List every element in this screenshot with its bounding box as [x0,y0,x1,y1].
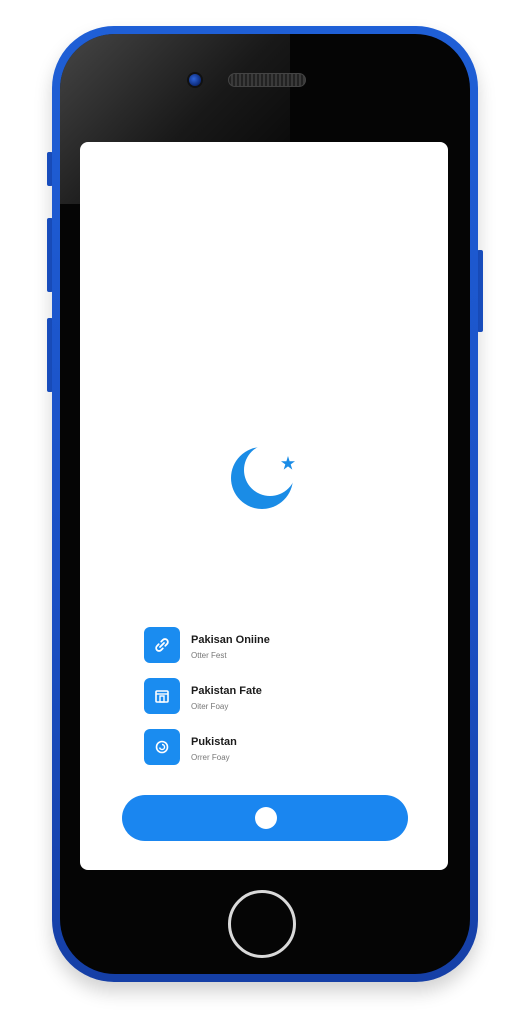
menu-item-subtitle: Oiter Foay [191,702,229,711]
menu-item-pakisan-oniine[interactable]: Pakisan Oniine Otter Fest [144,627,364,665]
dot-icon [255,807,277,829]
link-icon [144,627,180,663]
primary-action-button[interactable] [122,795,408,841]
crescent-star-icon [231,447,295,509]
front-camera [189,74,201,86]
menu-item-subtitle: Orrer Foay [191,753,230,762]
menu-item-title: Pakisan Oniine [191,634,270,646]
home-button[interactable] [228,890,296,958]
building-icon [144,678,180,714]
menu-item-subtitle: Otter Fest [191,651,227,660]
earpiece-speaker [228,73,306,87]
stage: Pakisan Oniine Otter Fest Pakistan Fate … [0,0,512,1024]
menu-item-title: Pakistan Fate [191,685,262,697]
menu-item-title: Pukistan [191,736,237,748]
menu-item-pakistan-fate[interactable]: Pakistan Fate Oiter Foay [144,678,364,716]
refresh-icon [144,729,180,765]
app-screen: Pakisan Oniine Otter Fest Pakistan Fate … [80,142,448,870]
menu-item-pukistan[interactable]: Pukistan Orrer Foay [144,729,364,767]
